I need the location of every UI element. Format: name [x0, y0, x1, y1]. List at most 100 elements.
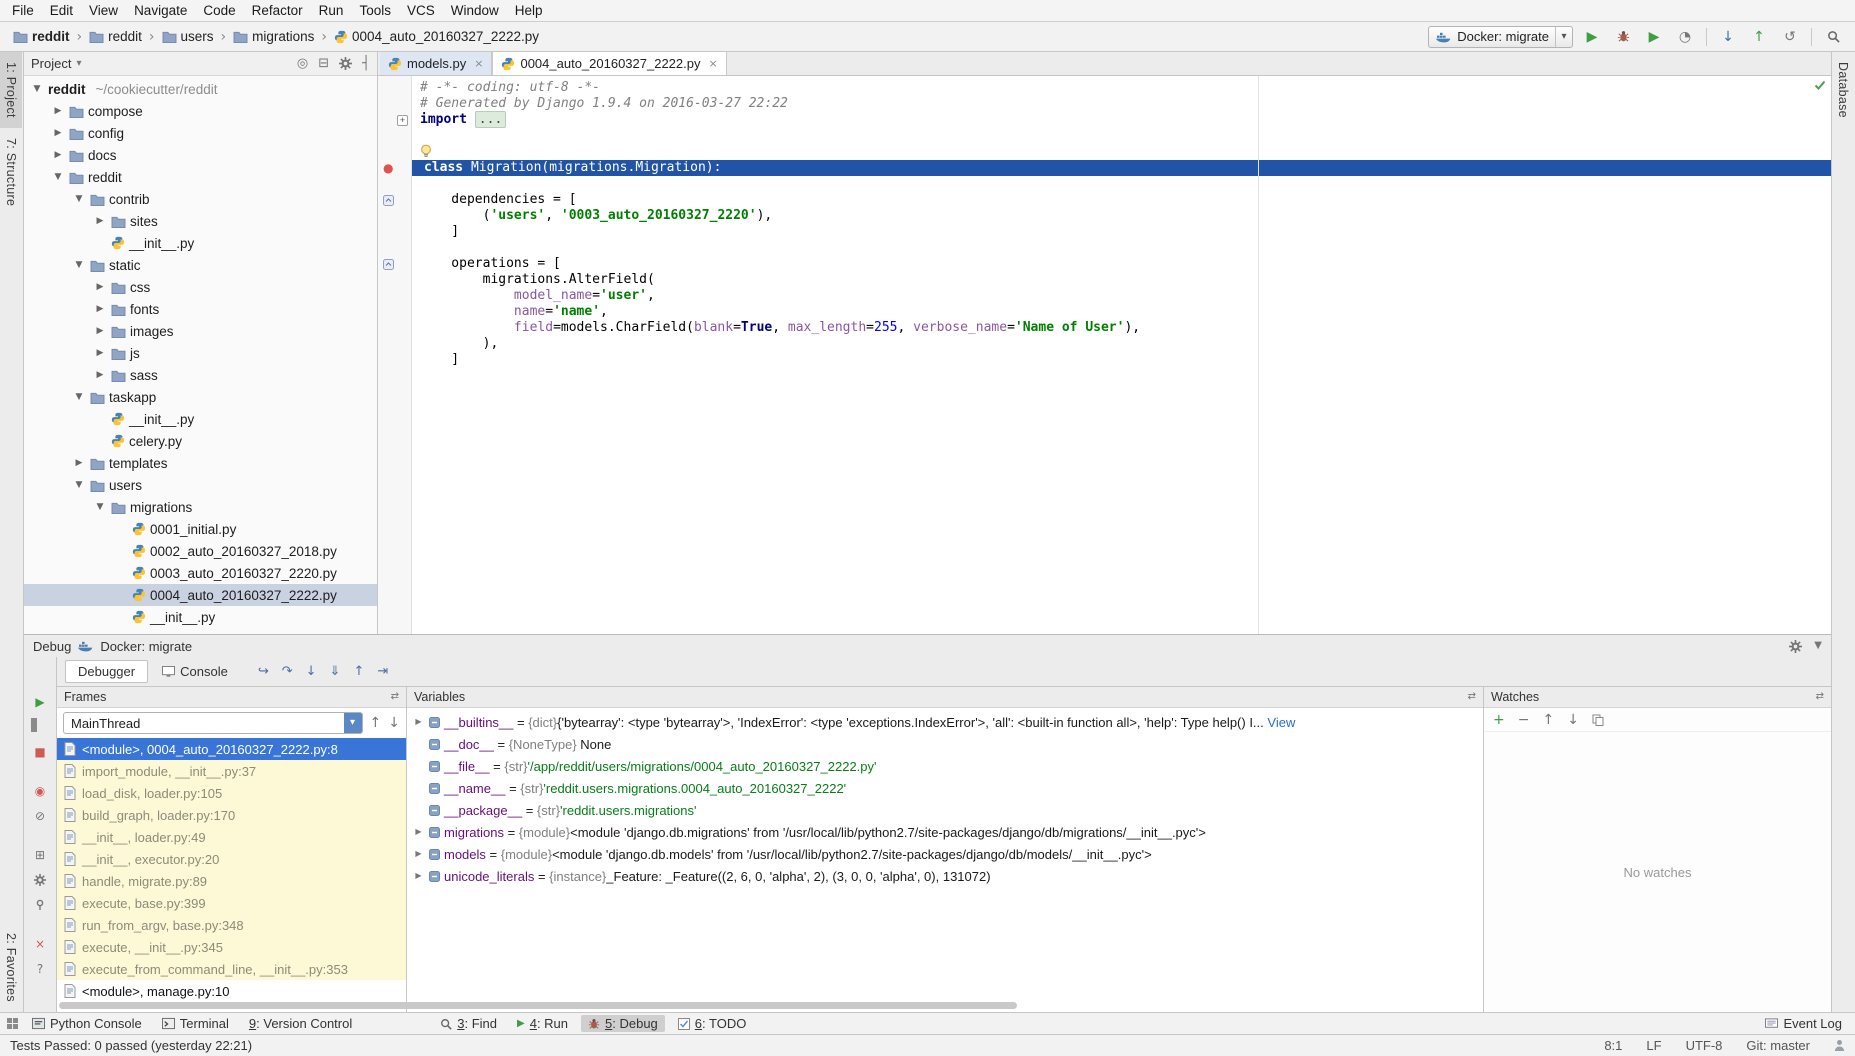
chevron-collapsed-icon[interactable]: ▶	[412, 850, 425, 858]
tree-item-init-py[interactable]: __init__.py	[24, 408, 377, 430]
status-8-1[interactable]: 8:1	[1604, 1038, 1622, 1053]
resume-button[interactable]: ▶	[31, 693, 49, 710]
tool-window-switcher-icon[interactable]	[6, 1017, 19, 1030]
code-line[interactable]: ]	[412, 224, 1831, 240]
view-value-link[interactable]: View	[1264, 715, 1296, 730]
tree-item-sass[interactable]: ▶sass	[24, 364, 377, 386]
breakpoint-icon[interactable]: ●	[383, 162, 393, 174]
editor-body[interactable]: +● # -*- coding: utf-8 -*-# Generated by…	[378, 76, 1831, 634]
tree-item-sites[interactable]: ▶sites	[24, 210, 377, 232]
toolwindow-button-event-log[interactable]: Event Log	[1758, 1015, 1849, 1032]
code-line[interactable]	[412, 176, 1831, 192]
tree-item-reddit[interactable]: ▼reddit~/cookiecutter/reddit	[24, 78, 377, 100]
chevron-expanded-icon[interactable]: ▼	[51, 173, 65, 182]
chevron-expanded-icon[interactable]: ▼	[72, 195, 86, 204]
pause-button[interactable]	[31, 718, 49, 735]
debug-tab-console[interactable]: Console	[150, 660, 240, 683]
gutter-line[interactable]	[378, 144, 411, 160]
panel-arrows-icon[interactable]: ⇄	[1816, 692, 1824, 702]
chevron-collapsed-icon[interactable]: ▶	[412, 828, 425, 836]
code-line[interactable]: operations = [	[412, 256, 1831, 272]
run-to-cursor-icon[interactable]: ⇥	[377, 665, 388, 678]
toolwindow-button-find[interactable]: 3: Find	[433, 1015, 504, 1032]
move-watch-down-icon[interactable]: ↓	[1567, 713, 1579, 727]
frame-row[interactable]: <module>, manage.py:10	[57, 980, 406, 1002]
editor-tab-models-py[interactable]: models.py×	[380, 52, 492, 75]
step-into-icon[interactable]: ↓	[306, 665, 317, 678]
debug-execution-line[interactable]: class Migration(migrations.Migration):	[412, 160, 1831, 176]
toolwindow-button-python-console[interactable]: Python Console	[25, 1015, 149, 1032]
gutter-line[interactable]	[378, 96, 411, 112]
gutter-line[interactable]	[378, 128, 411, 144]
code-line[interactable]	[412, 144, 1831, 160]
gutter-line[interactable]	[378, 272, 411, 288]
chevron-collapsed-icon[interactable]: ▶	[93, 217, 107, 226]
collapse-all-icon[interactable]: ⊟	[318, 57, 329, 70]
tree-item-docs[interactable]: ▶docs	[24, 144, 377, 166]
gutter-line[interactable]	[378, 176, 411, 192]
breadcrumb-item-migrations[interactable]: migrations	[230, 28, 317, 45]
chevron-expanded-icon[interactable]: ▼	[72, 393, 86, 402]
history-button[interactable]: ↺	[1778, 25, 1802, 49]
variable-row-models[interactable]: ▶models = {module}<module 'django.db.mod…	[407, 843, 1483, 865]
code-line[interactable]: ]	[412, 352, 1831, 368]
thread-selector[interactable]: MainThread ▾	[63, 712, 363, 734]
tree-item-images[interactable]: ▶images	[24, 320, 377, 342]
tree-item-init-py[interactable]: __init__.py	[24, 232, 377, 254]
restore-layout-button[interactable]: ⊞	[31, 846, 49, 863]
debug-button[interactable]	[1611, 25, 1635, 49]
stripe-button-2-favorites[interactable]: 2: Favorites	[0, 923, 22, 1012]
menu-tools[interactable]: Tools	[351, 2, 399, 19]
code-line[interactable]: import ...	[412, 112, 1831, 128]
copy-icon[interactable]	[1592, 714, 1604, 726]
project-view-selector[interactable]: Project▾	[31, 56, 82, 71]
toolwindow-button-run[interactable]: ▶4: Run	[510, 1015, 575, 1032]
show-execution-point-icon[interactable]: ↪	[258, 665, 269, 678]
run-with-coverage-button[interactable]: ▶	[1642, 25, 1666, 49]
variable-row-builtins[interactable]: ▶__builtins__ = {dict}{'bytearray': <typ…	[407, 711, 1483, 733]
remove-watch-icon[interactable]: −	[1518, 713, 1530, 727]
horizontal-scrollbar[interactable]	[59, 1002, 1017, 1009]
tree-item-templates[interactable]: ▶templates	[24, 452, 377, 474]
chevron-collapsed-icon[interactable]: ▶	[412, 718, 425, 726]
chevron-collapsed-icon[interactable]: ▶	[93, 305, 107, 314]
profiler-button[interactable]: ◔	[1673, 25, 1697, 49]
gutter-line[interactable]	[378, 320, 411, 336]
variable-row-package[interactable]: __package__ = {str}'reddit.users.migrati…	[407, 799, 1483, 821]
tree-item-contrib[interactable]: ▼contrib	[24, 188, 377, 210]
menu-code[interactable]: Code	[195, 2, 243, 19]
code-line[interactable]: ('users', '0003_auto_20160327_2220'),	[412, 208, 1831, 224]
gutter-line[interactable]	[378, 80, 411, 96]
inspection-status-icon[interactable]	[1814, 79, 1826, 91]
chevron-collapsed-icon[interactable]: ▶	[93, 283, 107, 292]
variable-row-migrations[interactable]: ▶migrations = {module}<module 'django.db…	[407, 821, 1483, 843]
tree-item-config[interactable]: ▶config	[24, 122, 377, 144]
stripe-button-database[interactable]: Database	[1832, 52, 1854, 128]
tree-item-taskapp[interactable]: ▼taskapp	[24, 386, 377, 408]
tree-item-static[interactable]: ▼static	[24, 254, 377, 276]
code-line[interactable]	[412, 128, 1831, 144]
help-icon[interactable]: ?	[31, 960, 49, 977]
fold-expand-icon[interactable]: +	[397, 115, 408, 126]
frame-row[interactable]: run_from_argv, base.py:348	[57, 914, 406, 936]
gutter-line[interactable]	[378, 288, 411, 304]
chevron-collapsed-icon[interactable]: ▶	[51, 129, 65, 138]
hide-panel-icon[interactable]: ▼	[1814, 641, 1822, 651]
gear-icon[interactable]	[339, 57, 352, 70]
chevron-collapsed-icon[interactable]: ▶	[93, 349, 107, 358]
previous-frame-icon[interactable]: ↑	[370, 716, 382, 730]
menu-help[interactable]: Help	[507, 2, 551, 19]
frame-row[interactable]: __init__, executor.py:20	[57, 848, 406, 870]
tree-item-fonts[interactable]: ▶fonts	[24, 298, 377, 320]
code-line[interactable]: ),	[412, 336, 1831, 352]
close-tab-icon[interactable]: ×	[708, 58, 717, 69]
project-tree[interactable]: ▼reddit~/cookiecutter/reddit▶compose▶con…	[24, 76, 377, 634]
frame-row[interactable]: execute, __init__.py:345	[57, 936, 406, 958]
code-line[interactable]: field=models.CharField(blank=True, max_l…	[412, 320, 1831, 336]
frame-row[interactable]: execute, base.py:399	[57, 892, 406, 914]
frame-row[interactable]: build_graph, loader.py:170	[57, 804, 406, 826]
toolwindow-button-terminal[interactable]: Terminal	[155, 1015, 236, 1032]
menu-view[interactable]: View	[81, 2, 126, 19]
frame-row[interactable]: execute_from_command_line, __init__.py:3…	[57, 958, 406, 980]
gear-icon[interactable]	[31, 871, 49, 888]
